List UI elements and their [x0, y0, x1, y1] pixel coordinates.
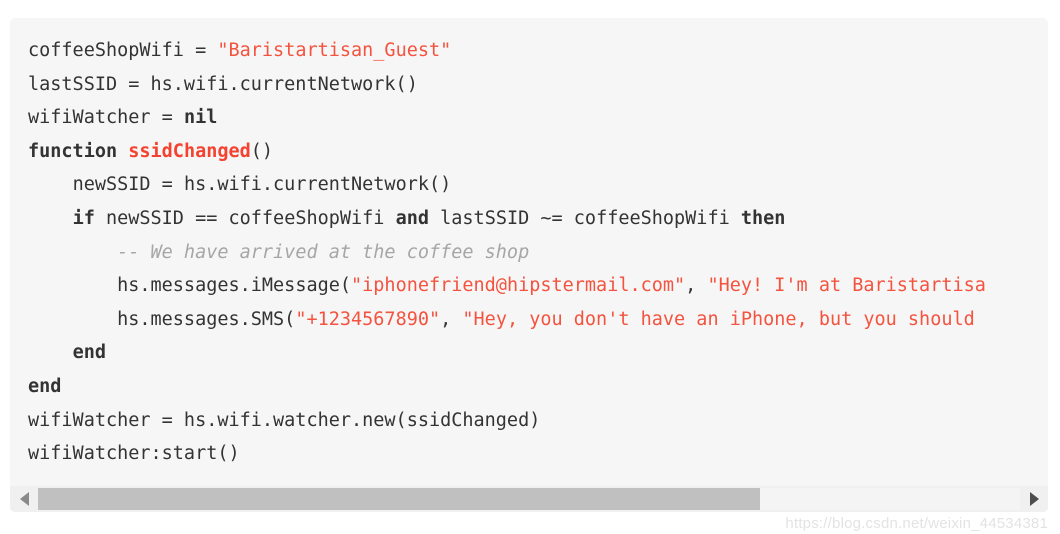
code-token-plain: newSSID = hs.wifi.currentNetwork(): [72, 174, 452, 196]
code-line: coffeeShopWifi = "Baristartisan_Guest": [28, 34, 1048, 68]
code-line: end: [28, 336, 1048, 370]
code-token-plain: hs.messages.iMessage(: [117, 275, 352, 297]
code-block: coffeeShopWifi = "Baristartisan_Guest"la…: [10, 18, 1048, 512]
code-token-string: "Hey, you don't have an iPhone, but you …: [462, 308, 975, 330]
code-token-plain: lastSSID = hs.wifi.currentNetwork(): [28, 73, 418, 95]
code-token-keyword: and: [395, 207, 429, 229]
code-token-plain: ,: [440, 308, 463, 330]
scrollbar-thumb[interactable]: [38, 488, 760, 510]
code-line: lastSSID = hs.wifi.currentNetwork(): [28, 68, 1048, 102]
triangle-left-icon: [19, 492, 29, 506]
code-token-keyword: if: [72, 207, 95, 229]
code-line: wifiWatcher:start(): [28, 437, 1048, 471]
code-token-plain: wifiWatcher =: [28, 107, 184, 129]
code-token-plain: wifiWatcher = hs.wifi.watcher.new(ssidCh…: [28, 409, 541, 431]
code-token-comment: -- We have arrived at the coffee shop: [117, 241, 530, 263]
scroll-left-button[interactable]: [10, 486, 38, 512]
screenshot-root: coffeeShopWifi = "Baristartisan_Guest"la…: [0, 0, 1060, 534]
code-line: newSSID = hs.wifi.currentNetwork(): [28, 168, 1048, 202]
code-token-keyword: nil: [183, 107, 218, 129]
code-token-plain: hs.messages.SMS(: [117, 308, 296, 330]
code-line: function ssidChanged(): [28, 135, 1048, 169]
code-line: hs.messages.SMS("+1234567890", "Hey, you…: [28, 303, 1048, 337]
code-token-plain: lastSSID ~= coffeeShopWifi: [429, 207, 741, 229]
code-token-plain: newSSID == coffeeShopWifi: [94, 207, 396, 229]
code-token-plain: (): [250, 140, 274, 162]
scrollbar-track[interactable]: [38, 488, 1020, 510]
code-token-string: "+1234567890": [295, 308, 441, 330]
code-lines: coffeeShopWifi = "Baristartisan_Guest"la…: [28, 34, 1048, 471]
code-token-plain: wifiWatcher:start(): [28, 443, 240, 465]
code-token-plain: ,: [685, 275, 708, 297]
code-token-keyword: end: [72, 342, 106, 364]
horizontal-scrollbar[interactable]: [10, 486, 1048, 512]
code-token-string: "Hey! I'm at Baristartisa: [707, 275, 986, 297]
code-token-function: ssidChanged: [128, 140, 251, 162]
code-token-string: "Baristartisan_Guest": [217, 40, 452, 61]
code-line: if newSSID == coffeeShopWifi and lastSSI…: [28, 202, 1048, 236]
code-scroll-viewport[interactable]: coffeeShopWifi = "Baristartisan_Guest"la…: [10, 18, 1048, 486]
scroll-right-button[interactable]: [1020, 486, 1048, 512]
code-line: wifiWatcher = hs.wifi.watcher.new(ssidCh…: [28, 404, 1048, 438]
code-token-plain: coffeeShopWifi =: [28, 40, 218, 61]
code-line: hs.messages.iMessage("iphonefriend@hipst…: [28, 269, 1048, 303]
code-line: wifiWatcher = nil: [28, 101, 1048, 135]
code-line: -- We have arrived at the coffee shop: [28, 236, 1048, 270]
code-line: end: [28, 370, 1048, 404]
code-token-keyword: end: [28, 375, 62, 397]
code-token-keyword: function: [28, 140, 118, 162]
code-token-keyword: then: [740, 207, 786, 229]
triangle-right-icon: [1029, 492, 1039, 506]
code-token-string: "iphonefriend@hipstermail.com": [351, 275, 686, 297]
watermark-text: https://blog.csdn.net/weixin_44534381: [785, 515, 1048, 532]
